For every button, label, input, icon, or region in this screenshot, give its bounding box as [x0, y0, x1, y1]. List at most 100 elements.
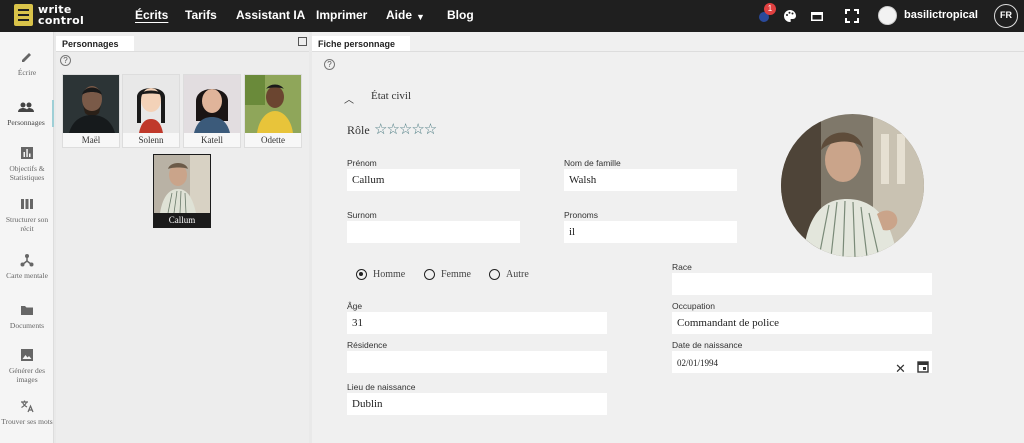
- race-label: Race: [672, 262, 692, 272]
- image-icon: [21, 349, 33, 361]
- calendar-icon[interactable]: [917, 360, 929, 373]
- gender-label: Homme: [373, 269, 406, 280]
- sidebar-item-structurer[interactable]: Structurer son récit: [0, 197, 54, 233]
- sidebar-item-objectifs[interactable]: Objectifs & Statistiques: [0, 146, 54, 182]
- birth-date-field[interactable]: 02/01/1994: [672, 351, 932, 373]
- first-name-field[interactable]: Callum: [347, 169, 520, 191]
- age-field[interactable]: 31: [347, 312, 607, 334]
- character-name: Katell: [201, 135, 223, 145]
- character-card-katell[interactable]: Katell: [183, 74, 241, 148]
- sidebar-item-label: Écrire: [17, 68, 37, 77]
- character-photo[interactable]: [781, 114, 924, 257]
- language-button[interactable]: FR: [994, 4, 1018, 28]
- chevron-up-icon[interactable]: ︿: [344, 91, 354, 106]
- character-portrait: [154, 155, 210, 213]
- nav-imprimer[interactable]: Imprimer: [316, 8, 367, 22]
- nav-aide[interactable]: Aide ▼: [386, 8, 425, 22]
- gender-option-autre[interactable]: Autre: [489, 269, 529, 280]
- tab-personnages[interactable]: Personnages: [56, 36, 134, 52]
- chevron-down-icon: ▼: [416, 12, 425, 22]
- radio-unchecked-icon: [424, 269, 435, 280]
- birth-date-label: Date de naissance: [672, 340, 743, 350]
- character-card-mael[interactable]: Maël: [62, 74, 120, 148]
- characters-panel: Personnages ? Maël Solenn Katell Odette …: [56, 32, 309, 443]
- gender-label: Autre: [506, 269, 529, 280]
- people-icon: [18, 102, 34, 112]
- top-bar: write control Écrits Tarifs Assistant IA…: [0, 0, 1024, 32]
- stats-icon: [21, 147, 33, 159]
- notification-badge: 1: [764, 3, 776, 15]
- logo-icon: [14, 4, 33, 26]
- logo[interactable]: write control: [14, 4, 84, 26]
- maximize-icon[interactable]: [298, 37, 307, 46]
- sidebar-item-label: Structurer son récit: [5, 215, 49, 233]
- nav-assistant-ia[interactable]: Assistant IA: [236, 8, 305, 22]
- mindmap-icon: [20, 254, 34, 267]
- nav-blog[interactable]: Blog: [447, 8, 474, 22]
- help-icon[interactable]: ?: [324, 59, 335, 70]
- pencil-icon: [22, 53, 31, 62]
- age-label: Âge: [347, 301, 363, 311]
- occupation-field[interactable]: Commandant de police: [672, 312, 932, 334]
- character-card-odette[interactable]: Odette: [244, 74, 302, 148]
- sidebar-item-label: Objectifs & Statistiques: [9, 164, 45, 182]
- character-portrait: [63, 75, 119, 133]
- nav-aide-label: Aide: [386, 8, 413, 22]
- nickname-label: Surnom: [347, 210, 377, 220]
- palette-icon[interactable]: [783, 9, 797, 23]
- radio-unchecked-icon: [489, 269, 500, 280]
- birth-place-field[interactable]: Dublin: [347, 393, 607, 415]
- sidebar-item-generer-images[interactable]: Générer des images: [0, 348, 54, 384]
- help-icon[interactable]: ?: [60, 55, 71, 66]
- character-name: Maël: [81, 135, 101, 145]
- columns-icon: [21, 199, 33, 209]
- username[interactable]: basilictropical: [904, 9, 978, 21]
- sidebar-item-ecrire[interactable]: Écrire: [0, 50, 54, 77]
- residence-field[interactable]: [347, 351, 607, 373]
- character-name: Odette: [261, 135, 285, 145]
- folder-icon: [21, 306, 33, 315]
- radio-checked-icon: [356, 269, 367, 280]
- last-name-label: Nom de famille: [564, 158, 621, 168]
- section-title[interactable]: État civil: [371, 90, 411, 102]
- character-card-solenn[interactable]: Solenn: [122, 74, 180, 148]
- character-card-callum[interactable]: Callum: [153, 154, 211, 228]
- sidebar-item-documents[interactable]: Documents: [0, 303, 54, 330]
- first-name-label: Prénom: [347, 158, 377, 168]
- avatar[interactable]: [878, 6, 897, 25]
- sidebar-item-trouver-mots[interactable]: Trouver ses mots: [0, 399, 54, 426]
- character-sheet: Fiche personnage ? ︿ État civil Rôle ☆☆☆…: [312, 32, 1024, 443]
- logo-line2: control: [38, 14, 85, 27]
- character-portrait: [245, 75, 301, 133]
- nav-tarifs[interactable]: Tarifs: [185, 8, 217, 22]
- character-portrait: [123, 75, 179, 133]
- nickname-field[interactable]: [347, 221, 520, 243]
- fullscreen-icon[interactable]: [845, 9, 859, 23]
- layout-icon[interactable]: [810, 9, 824, 23]
- sidebar-item-label: Documents: [9, 321, 45, 330]
- sidebar-item-label: Personnages: [7, 118, 45, 127]
- clear-icon[interactable]: ✕: [895, 361, 906, 377]
- sidebar-item-label: Générer des images: [8, 366, 46, 384]
- character-name: Solenn: [138, 135, 164, 145]
- race-field[interactable]: [672, 273, 932, 295]
- role-rating[interactable]: ☆☆☆☆☆: [374, 120, 437, 138]
- role-label: Rôle: [347, 123, 370, 137]
- pronouns-label: Pronoms: [564, 210, 599, 220]
- gender-label: Femme: [441, 269, 471, 280]
- birth-place-label: Lieu de naissance: [347, 382, 416, 392]
- nav-ecrits[interactable]: Écrits: [135, 8, 168, 22]
- pronouns-field[interactable]: il: [564, 221, 737, 243]
- last-name-field[interactable]: Walsh: [564, 169, 737, 191]
- sidebar-item-label: Trouver ses mots: [1, 417, 53, 426]
- sidebar-item-carte-mentale[interactable]: Carte mentale: [0, 253, 54, 280]
- character-portrait: [184, 75, 240, 133]
- tab-fiche-personnage[interactable]: Fiche personnage: [312, 36, 410, 52]
- character-name: Callum: [168, 215, 196, 225]
- sidebar-item-personnages[interactable]: Personnages: [0, 100, 54, 127]
- gender-option-homme[interactable]: Homme: [356, 269, 405, 280]
- sidebar-item-label: Carte mentale: [6, 271, 48, 280]
- translate-icon: [21, 400, 34, 413]
- gender-option-femme[interactable]: Femme: [424, 269, 471, 280]
- sidebar: Écrire Personnages Objectifs & Statistiq…: [0, 32, 54, 443]
